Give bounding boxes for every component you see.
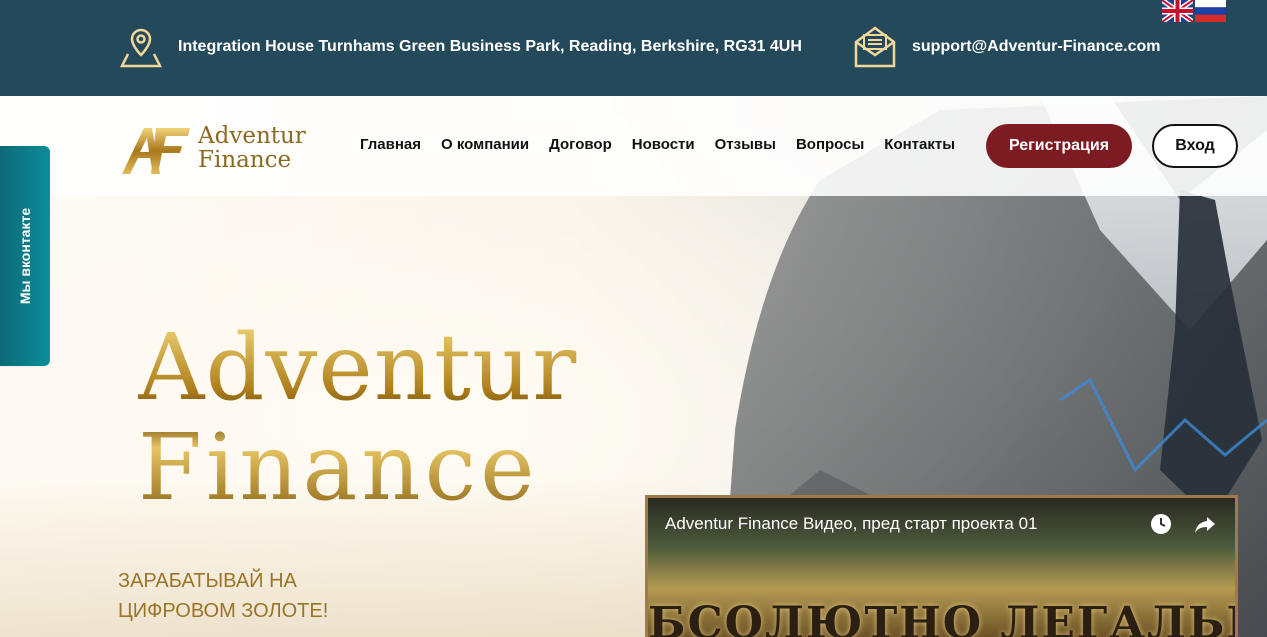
login-button[interactable]: Вход (1152, 124, 1238, 168)
main-nav: Главная О компании Договор Новости Отзыв… (360, 136, 955, 153)
hero-slogan-line-2: ЦИФРОВОМ ЗОЛОТЕ! (118, 600, 329, 622)
address-block: Integration House Turnhams Green Busines… (118, 24, 802, 70)
vk-tab-label: Мы вконтакте (17, 207, 33, 305)
video-frame-text: БСОЛЮТНО ЛЕГАЛЬНЫЙ БИЗ (648, 598, 1235, 637)
hero-slogan: ЗАРАБАТЫВАЙ НА ЦИФРОВОМ ЗОЛОТЕ! (118, 566, 328, 626)
nav-item-news[interactable]: Новости (632, 136, 695, 153)
russia-flag-icon[interactable] (1195, 0, 1226, 22)
address-text: Integration House Turnhams Green Busines… (178, 38, 802, 55)
map-pin-icon (119, 28, 163, 68)
share-icon[interactable] (1193, 512, 1217, 536)
nav-item-reviews[interactable]: Отзывы (715, 136, 776, 153)
nav-item-home[interactable]: Главная (360, 136, 421, 153)
language-switcher (1162, 0, 1226, 22)
video-player[interactable]: Adventur Finance Видео, пред старт проек… (645, 495, 1238, 637)
video-actions (1149, 512, 1217, 536)
nav-item-contacts[interactable]: Контакты (884, 136, 955, 153)
envelope-icon (854, 26, 896, 68)
hero-title-line-1: Adventur (138, 314, 578, 421)
logo-line-1: Adventur (198, 123, 306, 149)
hero-slogan-line-1: ЗАРАБАТЫВАЙ НА (118, 570, 297, 592)
vk-widget-tab[interactable]: Мы вконтакте (0, 146, 50, 366)
logo-line-2: Finance (198, 147, 292, 173)
hero-title: Adventur Finance (138, 318, 577, 518)
contact-bar: Integration House Turnhams Green Busines… (0, 0, 1267, 96)
nav-item-about[interactable]: О компании (441, 136, 529, 153)
email-link[interactable]: support@Adventur-Finance.com (912, 38, 1161, 56)
register-button[interactable]: Регистрация (986, 124, 1132, 168)
uk-flag-icon[interactable] (1162, 0, 1193, 22)
af-monogram-icon (122, 128, 190, 174)
email-block[interactable]: support@Adventur-Finance.com (852, 24, 1161, 70)
site-logo[interactable]: Adventur Finance (120, 118, 320, 178)
nav-item-contract[interactable]: Договор (549, 136, 612, 153)
logo-wordmark: Adventur Finance (198, 124, 306, 172)
video-title[interactable]: Adventur Finance Видео, пред старт проек… (665, 514, 1037, 534)
watch-later-icon[interactable] (1149, 512, 1173, 536)
hero-title-line-2: Finance (138, 414, 539, 521)
nav-item-faq[interactable]: Вопросы (796, 136, 864, 153)
